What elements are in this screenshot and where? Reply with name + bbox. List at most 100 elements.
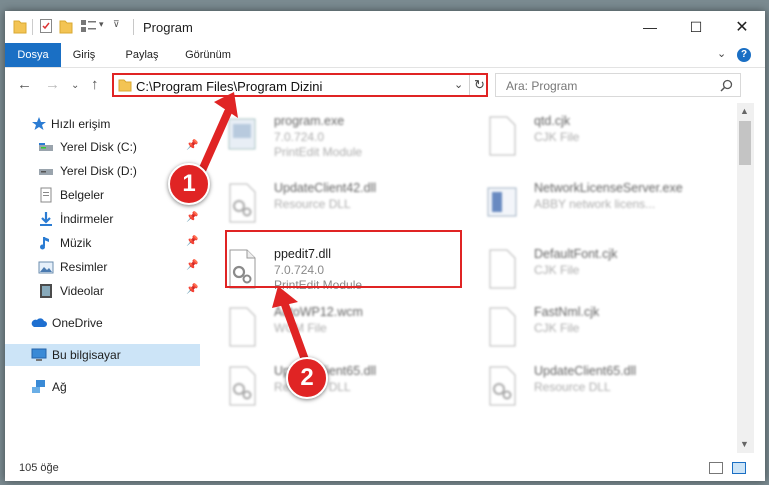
sidebar-item-videos[interactable]: Videolar 📌 <box>5 280 200 302</box>
up-arrow-icon[interactable]: ↑ <box>91 76 99 93</box>
folder-icon <box>13 20 27 34</box>
dll-icon <box>229 183 256 223</box>
expand-ribbon-icon[interactable]: ⌄ <box>717 47 726 60</box>
minimize-button[interactable]: — <box>627 11 673 43</box>
window-title: Program <box>143 20 193 35</box>
sidebar-item-label: Yerel Disk (C:) <box>60 140 137 154</box>
pictures-icon <box>38 261 54 274</box>
download-icon <box>40 212 52 226</box>
drive-icon <box>39 143 53 151</box>
navigation-bar: ← → ⌄ ↑ C:\Program Files\Program Dizini … <box>5 68 765 102</box>
search-input[interactable]: Ara: Program <box>495 73 741 97</box>
search-icon[interactable] <box>720 79 733 92</box>
sidebar-item-downloads[interactable]: İndirmeler 📌 <box>5 208 200 230</box>
sidebar-item-label: OneDrive <box>52 316 103 330</box>
tab-file[interactable]: Dosya <box>5 43 61 67</box>
recent-locations-icon[interactable]: ⌄ <box>71 80 79 91</box>
search-placeholder: Ara: Program <box>506 79 578 93</box>
file-icon <box>229 307 256 347</box>
scroll-down-icon[interactable]: ▼ <box>740 439 749 449</box>
details-view-icon[interactable] <box>709 462 723 474</box>
sidebar-item-label: Hızlı erişim <box>51 117 111 131</box>
file-item[interactable]: program.exe 7.0.724.0 PrintEdit Module <box>205 111 445 169</box>
file-name: FastNml.cjk <box>534 305 600 319</box>
file-icon <box>489 116 516 156</box>
file-item[interactable]: qtd.cjk CJK File <box>465 111 705 169</box>
navigation-pane: Hızlı erişim Yerel Disk (C:) 📌 Yerel Dis… <box>5 108 203 408</box>
file-type: CJK File <box>534 130 580 144</box>
dll-icon <box>229 366 256 406</box>
file-icon <box>489 249 516 289</box>
sidebar-item-this-pc[interactable]: Bu bilgisayar <box>5 344 200 366</box>
file-name: UpdateClient42.dll <box>274 181 377 195</box>
sidebar-item-label: Müzik <box>60 236 92 250</box>
refresh-icon[interactable]: ↻ <box>474 77 485 93</box>
file-name: DefaultFont.cjk <box>534 247 618 261</box>
computer-icon <box>31 348 47 361</box>
file-item[interactable]: UpdateClient42.dll Resource DLL <box>205 178 445 236</box>
network-icon <box>32 380 45 393</box>
address-bar[interactable]: C:\Program Files\Program Dizini ⌄ ↻ <box>112 73 488 97</box>
sidebar-item-local-disk-c[interactable]: Yerel Disk (C:) 📌 <box>5 136 200 158</box>
close-button[interactable]: ✕ <box>719 11 765 43</box>
file-item[interactable]: UpdateClient65.dll Resource DLL <box>465 361 705 419</box>
sidebar-item-label: Yerel Disk (D:) <box>60 164 137 178</box>
file-version: 7.0.724.0 <box>274 130 325 144</box>
scrollbar-thumb[interactable] <box>739 121 751 165</box>
sidebar-item-label: Resimler <box>60 260 108 274</box>
cloud-icon <box>31 318 47 327</box>
forward-arrow-icon[interactable]: → <box>45 76 60 93</box>
pin-icon[interactable]: 📌 <box>186 212 198 223</box>
sidebar-item-label: Bu bilgisayar <box>52 348 121 362</box>
customize-dropdown-icon[interactable]: ▾ <box>99 19 104 30</box>
sidebar-item-network[interactable]: Ağ <box>5 376 200 398</box>
documents-icon <box>40 187 52 203</box>
sidebar-item-label: Belgeler <box>60 188 105 202</box>
file-highlight-box <box>225 230 462 288</box>
pin-icon[interactable]: 📌 <box>186 236 198 247</box>
file-description: PrintEdit Module <box>274 145 363 159</box>
callout-step-2: 2 <box>286 357 328 399</box>
file-name: AutoWP12.wcm <box>274 305 363 319</box>
sidebar-item-music[interactable]: Müzik 📌 <box>5 232 200 254</box>
tab-view[interactable]: Görünüm <box>177 43 239 67</box>
file-name: NetworkLicenseServer.exe <box>534 181 683 195</box>
file-item[interactable]: AutoWP12.wcm WCM File <box>205 302 445 360</box>
drive-icon <box>39 169 53 175</box>
file-item[interactable]: NetworkLicenseServer.exe ABBY network li… <box>465 178 705 236</box>
ribbon-tabs: Dosya Giriş Paylaş Görünüm ⌄ ? <box>5 43 765 68</box>
tab-share[interactable]: Paylaş <box>117 43 167 67</box>
file-type: CJK File <box>534 321 580 335</box>
back-arrow-icon[interactable]: ← <box>17 76 32 93</box>
address-dropdown-icon[interactable]: ⌄ <box>454 78 463 91</box>
exe-icon <box>228 118 256 150</box>
vertical-scrollbar[interactable]: ▲ ▼ <box>737 103 754 453</box>
file-name: program.exe <box>274 114 345 128</box>
view-options-icon[interactable] <box>79 18 97 34</box>
help-icon[interactable]: ? <box>737 48 751 62</box>
pin-icon[interactable]: 📌 <box>186 140 198 151</box>
tab-home[interactable]: Giriş <box>63 43 105 67</box>
address-path: C:\Program Files\Program Dizini <box>136 79 323 94</box>
quick-access-toolbar-icon[interactable]: ⊽ <box>113 19 120 30</box>
tiles-view-icon[interactable] <box>732 462 746 474</box>
file-type: CJK File <box>534 263 580 277</box>
scroll-up-icon[interactable]: ▲ <box>740 106 749 116</box>
pin-icon[interactable]: 📌 <box>186 284 198 295</box>
maximize-button[interactable]: ☐ <box>673 11 719 43</box>
sidebar-item-label: İndirmeler <box>60 212 114 226</box>
sidebar-item-quick-access[interactable]: Hızlı erişim <box>5 113 200 135</box>
videos-icon <box>40 284 52 298</box>
sidebar-item-onedrive[interactable]: OneDrive <box>5 312 200 334</box>
pin-icon[interactable]: 📌 <box>186 260 198 271</box>
file-type: Resource DLL <box>534 380 611 394</box>
file-item[interactable]: DefaultFont.cjk CJK File <box>465 244 705 302</box>
new-folder-icon[interactable] <box>59 18 73 34</box>
sidebar-item-pictures[interactable]: Resimler 📌 <box>5 256 200 278</box>
file-type: Resource DLL <box>274 197 351 211</box>
status-bar: 105 öğe <box>5 455 765 481</box>
file-item[interactable]: FastNml.cjk CJK File <box>465 302 705 360</box>
properties-icon[interactable] <box>39 18 53 34</box>
file-description: ABBY network licens... <box>534 197 656 211</box>
folder-icon <box>118 79 132 92</box>
